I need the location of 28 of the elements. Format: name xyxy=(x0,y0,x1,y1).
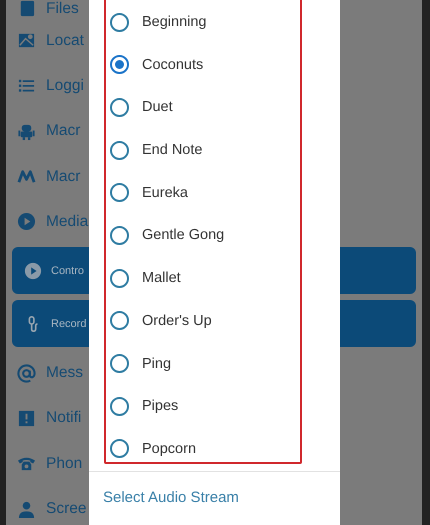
select-audio-stream-link[interactable]: Select Audio Stream xyxy=(89,472,340,506)
sound-option[interactable]: Duet xyxy=(106,94,300,120)
radio-button[interactable] xyxy=(110,396,129,416)
radio-button[interactable] xyxy=(110,439,129,458)
radio-button[interactable] xyxy=(110,226,129,245)
sound-option[interactable]: Order's Up xyxy=(106,308,300,334)
sound-option[interactable]: Coconuts xyxy=(106,52,300,78)
sound-option[interactable]: Eureka xyxy=(106,180,300,206)
radio-button[interactable] xyxy=(110,140,129,160)
play-icon xyxy=(24,262,42,280)
alert-icon xyxy=(17,408,36,428)
sound-option[interactable]: Beginning xyxy=(106,9,300,36)
radio-button[interactable] xyxy=(110,55,129,74)
at-icon xyxy=(17,364,36,383)
sound-option[interactable]: Gentle Gong xyxy=(106,222,300,249)
sound-option[interactable]: End Note xyxy=(106,137,300,164)
sound-option[interactable]: Popcorn xyxy=(106,436,300,462)
play-icon xyxy=(17,212,36,232)
radio-button[interactable] xyxy=(110,12,129,32)
person-icon xyxy=(17,500,36,519)
radio-button[interactable] xyxy=(110,354,129,374)
sound-option[interactable]: Mallet xyxy=(106,265,300,292)
radio-button[interactable] xyxy=(110,183,129,202)
radio-button[interactable] xyxy=(110,311,129,330)
radio-button[interactable] xyxy=(110,268,129,288)
sound-option[interactable]: Ping xyxy=(106,350,300,377)
sound-option[interactable]: Pipes xyxy=(106,393,300,420)
radio-button[interactable] xyxy=(110,98,129,117)
